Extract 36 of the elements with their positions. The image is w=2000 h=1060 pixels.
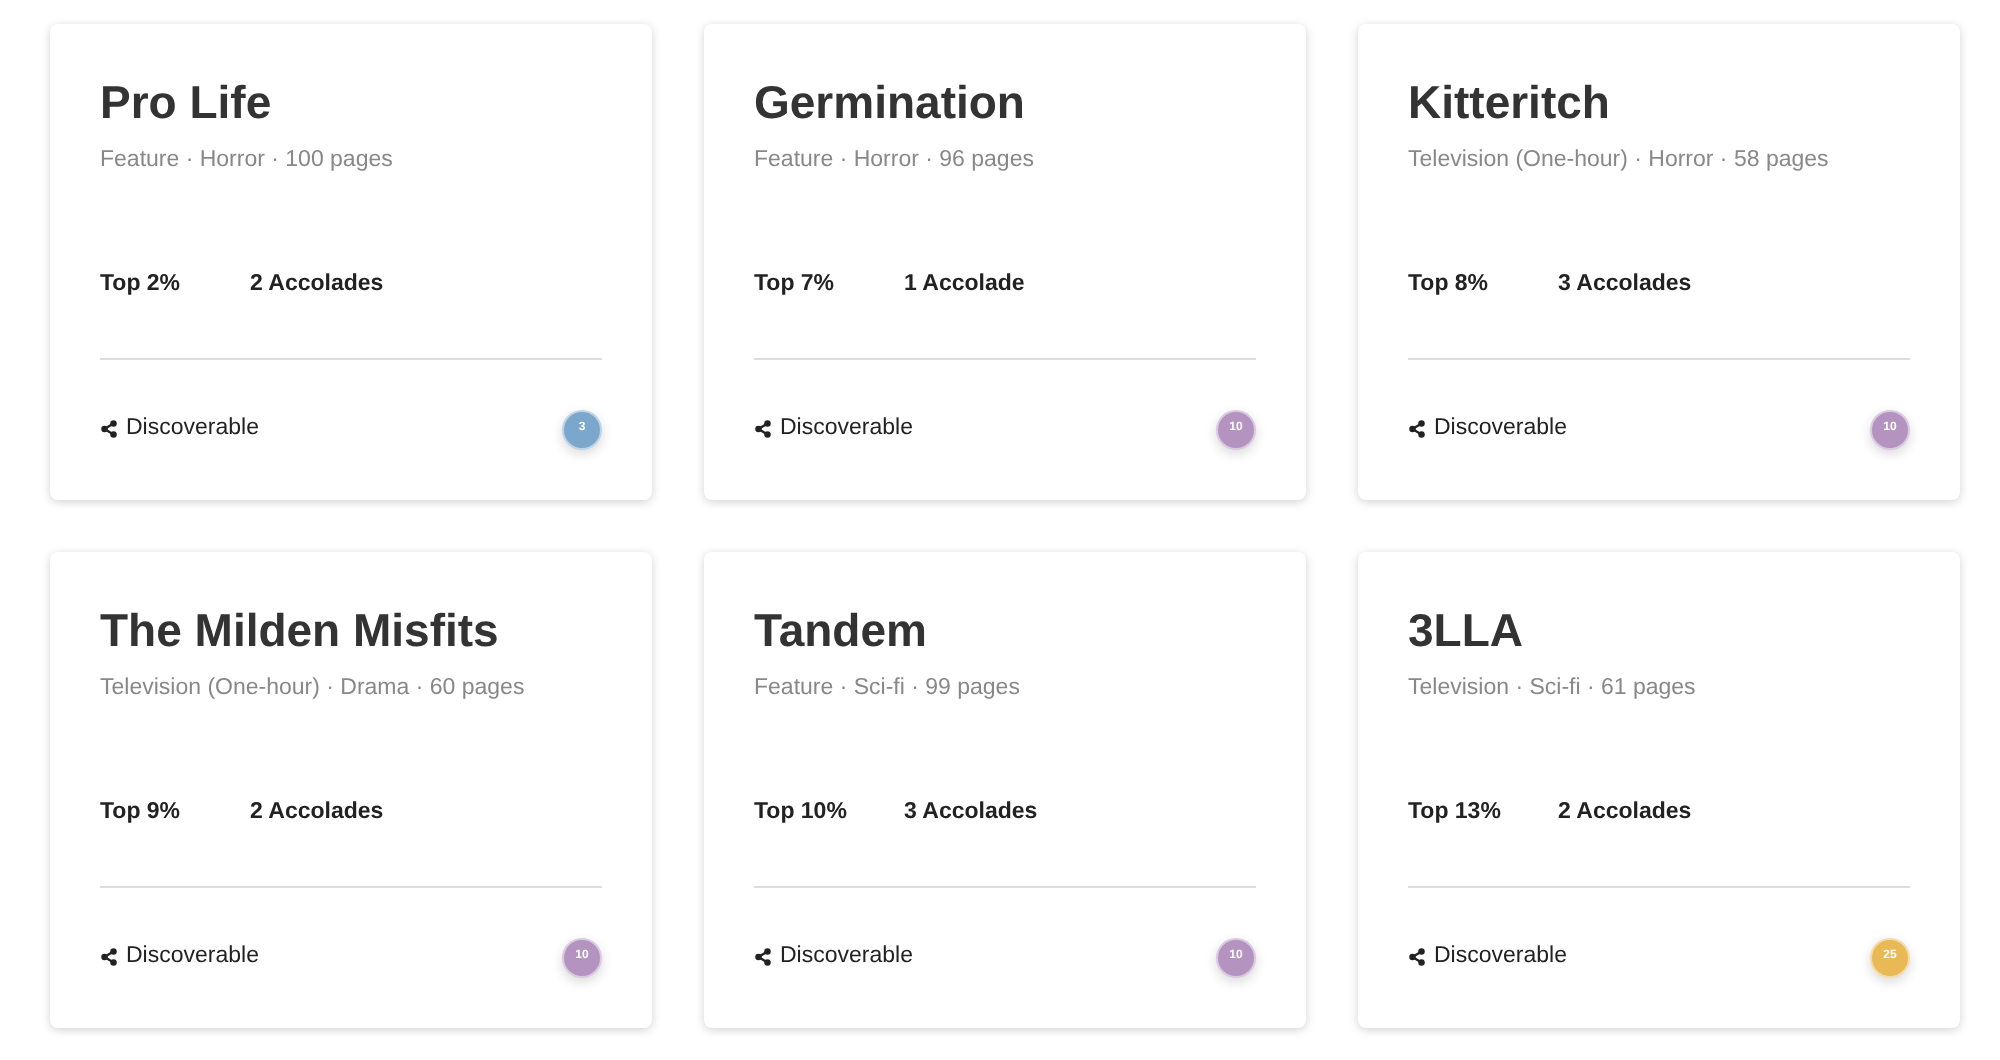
project-details: Feature · Sci-fi · 99 pages	[754, 674, 1022, 704]
project-title: Kitteritch	[1408, 74, 1612, 132]
accolades-count: 2 Accolades	[1558, 798, 1692, 829]
project-details: Feature · Horror · 100 pages	[100, 146, 395, 176]
project-title: Pro Life	[100, 74, 274, 132]
discoverable-status: Discoverable	[780, 941, 913, 972]
project-title: 3LLA	[1408, 602, 1525, 660]
discoverable-status: Discoverable	[126, 413, 259, 444]
share-icon	[100, 948, 118, 966]
project-title: The Milden Misfits	[100, 602, 501, 660]
discoverable-status: Discoverable	[126, 941, 259, 972]
share-icon	[100, 420, 118, 438]
project-details: Television (One-hour) · Horror · 58 pages	[1408, 146, 1831, 176]
rank-label: Top 2%	[100, 270, 183, 301]
accolades-count: 3 Accolades	[904, 798, 1038, 829]
project-details: Feature · Horror · 96 pages	[754, 146, 1036, 176]
accolades-count: 1 Accolade	[904, 270, 1025, 301]
share-icon	[1408, 948, 1426, 966]
rank-label: Top 7%	[754, 270, 837, 301]
discoverable-status: Discoverable	[1434, 413, 1567, 444]
accolades-count: 2 Accolades	[250, 798, 384, 829]
share-icon	[754, 948, 772, 966]
share-icon	[754, 420, 772, 438]
project-details: Television · Sci-fi · 61 pages	[1408, 674, 1698, 704]
discoverable-status: Discoverable	[780, 413, 913, 444]
project-title: Germination	[754, 74, 1027, 132]
rank-label: Top 13%	[1408, 798, 1503, 829]
discoverable-status: Discoverable	[1434, 941, 1567, 972]
accolades-count: 2 Accolades	[250, 270, 384, 301]
rank-label: Top 9%	[100, 798, 183, 829]
project-title: Tandem	[754, 602, 929, 660]
project-details: Television (One-hour) · Drama · 60 pages	[100, 674, 527, 704]
share-icon	[1408, 420, 1426, 438]
rank-label: Top 8%	[1408, 270, 1491, 301]
accolades-count: 3 Accolades	[1558, 270, 1692, 301]
rank-label: Top 10%	[754, 798, 849, 829]
